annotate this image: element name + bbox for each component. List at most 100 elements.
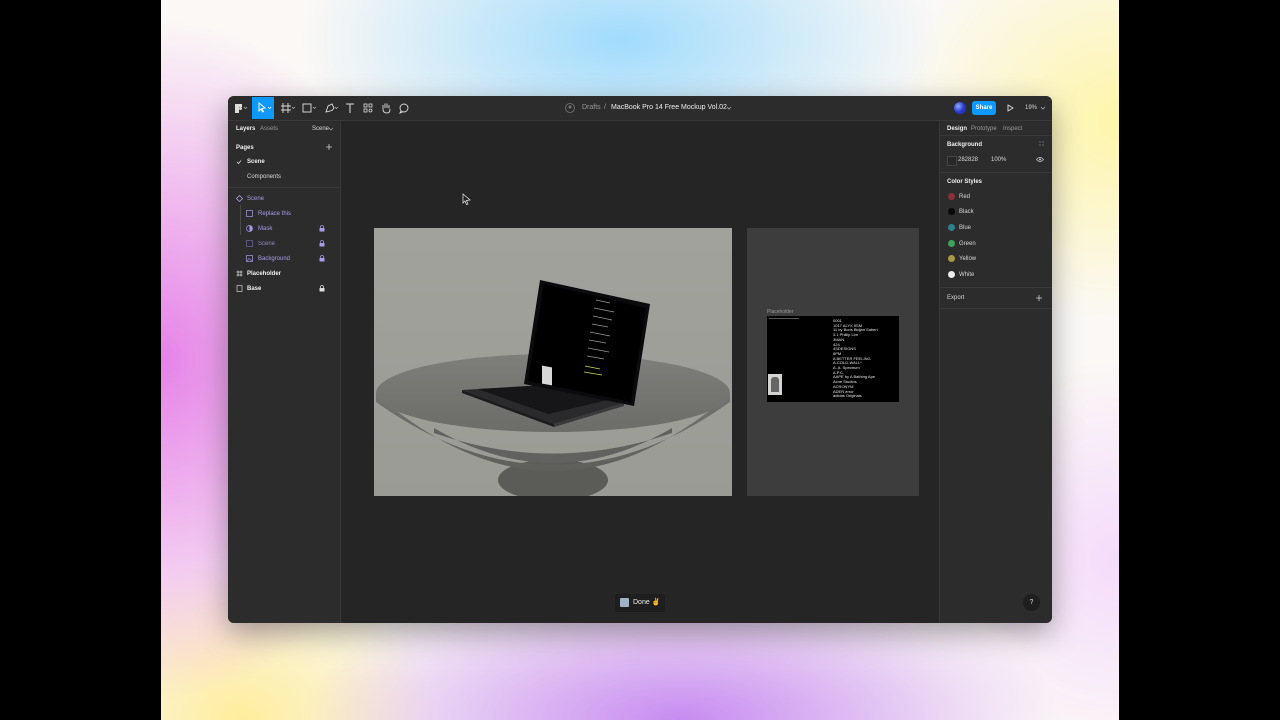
color-style-black[interactable]: Black	[959, 208, 974, 216]
layer-replace-this[interactable]: Replace this	[258, 210, 291, 218]
color-style-white[interactable]: White	[959, 271, 974, 279]
resources-tool-button[interactable]	[362, 99, 374, 117]
help-button[interactable]: ?	[1023, 594, 1040, 611]
zoom-level[interactable]: 19%	[1025, 99, 1037, 117]
color-style-green[interactable]: Green	[959, 240, 976, 248]
color-swatch-black[interactable]	[948, 208, 955, 215]
add-export-icon[interactable]	[1035, 294, 1043, 302]
page-item-components[interactable]: Components	[247, 173, 281, 181]
breadcrumb-drafts[interactable]: Drafts	[582, 99, 601, 117]
frame-icon	[281, 103, 296, 113]
placeholder-frame-label[interactable]: Placeholder	[767, 308, 793, 316]
color-style-yellow[interactable]: Yellow	[959, 255, 976, 263]
zoom-chevron-icon[interactable]	[1039, 99, 1047, 117]
hand-tool-button[interactable]	[380, 99, 392, 117]
team-avatar-icon	[564, 99, 576, 117]
tab-prototype[interactable]: Prototype	[971, 125, 997, 133]
divider	[228, 187, 340, 188]
color-style-blue[interactable]: Blue	[959, 224, 971, 232]
component-icon	[236, 195, 243, 202]
design-panel: Design Prototype Inspect Background 2828…	[939, 121, 1052, 623]
brand-list-item: adidas Originals	[833, 393, 862, 399]
styles-icon[interactable]	[1038, 140, 1045, 147]
tab-assets[interactable]: Assets	[260, 125, 278, 133]
done-toast: Done ✌	[615, 594, 665, 612]
comment-icon	[399, 103, 409, 114]
tab-design[interactable]: Design	[947, 125, 967, 133]
text-tool-button[interactable]	[344, 99, 356, 117]
macbook-mockup-render	[376, 280, 730, 496]
page-item-scene[interactable]: Scene	[247, 158, 265, 166]
file-name[interactable]: MacBook Pro 14 Free Mockup Vol.02	[611, 99, 727, 117]
lock-icon[interactable]	[319, 285, 325, 292]
image-layer-icon	[246, 210, 253, 217]
lock-icon[interactable]	[319, 225, 325, 232]
pen-icon	[325, 103, 339, 113]
rectangle-layer-icon	[236, 285, 243, 292]
rectangle-icon	[302, 103, 317, 113]
present-button[interactable]	[1004, 99, 1016, 117]
comment-tool-button[interactable]	[398, 99, 410, 117]
color-swatch-yellow[interactable]	[948, 255, 955, 262]
frame-tool-button[interactable]	[278, 99, 296, 117]
pages-heading: Pages	[236, 145, 254, 151]
screen-header-line	[769, 318, 799, 319]
main-menu-button[interactable]	[232, 99, 248, 117]
toast-thumbnail-icon	[620, 598, 629, 607]
layer-background[interactable]: Background	[258, 255, 290, 263]
figma-logo-icon	[235, 104, 248, 113]
frame-layer-icon	[246, 240, 253, 247]
frame-icon	[236, 270, 243, 277]
hand-icon	[382, 103, 391, 114]
placeholder-frame[interactable]: 0001 1017 ALYX 9SM 11 by Boris Bidjan Sabe…	[767, 316, 899, 402]
eye-icon[interactable]	[1036, 156, 1044, 163]
color-swatch-white[interactable]	[948, 271, 955, 278]
color-swatch-blue[interactable]	[948, 224, 955, 231]
model-photo-figure	[771, 377, 779, 392]
layer-base[interactable]: Base	[247, 285, 261, 293]
mouse-cursor-icon	[462, 193, 471, 205]
figma-window: Drafts / MacBook Pro 14 Free Mockup Vol.…	[228, 96, 1052, 623]
scene-frame[interactable]	[374, 228, 732, 496]
layer-mask[interactable]: Mask	[258, 225, 272, 233]
user-avatar[interactable]	[953, 99, 967, 117]
layers-panel: Layers Assets Scene Pages Scene Componen…	[228, 121, 341, 623]
share-button[interactable]: Share	[972, 101, 996, 115]
color-swatch-green[interactable]	[948, 240, 955, 247]
divider	[940, 308, 1052, 309]
move-tool-button[interactable]	[252, 97, 274, 119]
design-canvas[interactable]: Placeholder 0001 1017 ALYX 9SM 11 by Boris…	[341, 121, 939, 623]
page-chevron-icon[interactable]	[328, 126, 334, 132]
color-swatch-red[interactable]	[948, 193, 955, 200]
divider	[940, 287, 1052, 288]
color-style-red[interactable]: Red	[959, 193, 970, 201]
layer-scene-child[interactable]: Scene	[258, 240, 275, 248]
add-page-icon[interactable]	[325, 143, 333, 151]
breadcrumb-separator: /	[604, 104, 606, 111]
divider	[940, 135, 1052, 136]
checkmark-icon	[236, 160, 242, 165]
background-heading: Background	[947, 142, 983, 148]
page-selector[interactable]: Scene	[312, 125, 329, 133]
mask-icon	[246, 225, 253, 232]
divider	[940, 172, 1052, 173]
background-swatch[interactable]	[947, 156, 957, 166]
lock-icon[interactable]	[319, 255, 325, 262]
lock-icon[interactable]	[319, 240, 325, 247]
pen-tool-button[interactable]	[322, 99, 340, 117]
layer-scene[interactable]: Scene	[247, 195, 264, 203]
brand-list: 0001 1017 ALYX 9SM 11 by Boris Bidjan Sabe…	[833, 318, 878, 399]
color-styles-heading: Color Styles	[947, 179, 983, 185]
background-opacity-input[interactable]: 100%	[991, 156, 1006, 164]
layer-tree-line	[240, 205, 241, 235]
layer-placeholder[interactable]: Placeholder	[247, 270, 281, 278]
toast-text: Done ✌	[633, 599, 661, 606]
text-icon	[346, 103, 354, 113]
tab-layers[interactable]: Layers	[236, 125, 255, 133]
shape-tool-button[interactable]	[300, 99, 318, 117]
background-hex-input[interactable]: 282828	[958, 156, 978, 164]
desktop-background: Drafts / MacBook Pro 14 Free Mockup Vol.…	[161, 0, 1119, 720]
tab-inspect[interactable]: Inspect	[1003, 125, 1022, 133]
play-icon	[1007, 104, 1014, 112]
chevron-down-icon[interactable]	[725, 99, 733, 117]
